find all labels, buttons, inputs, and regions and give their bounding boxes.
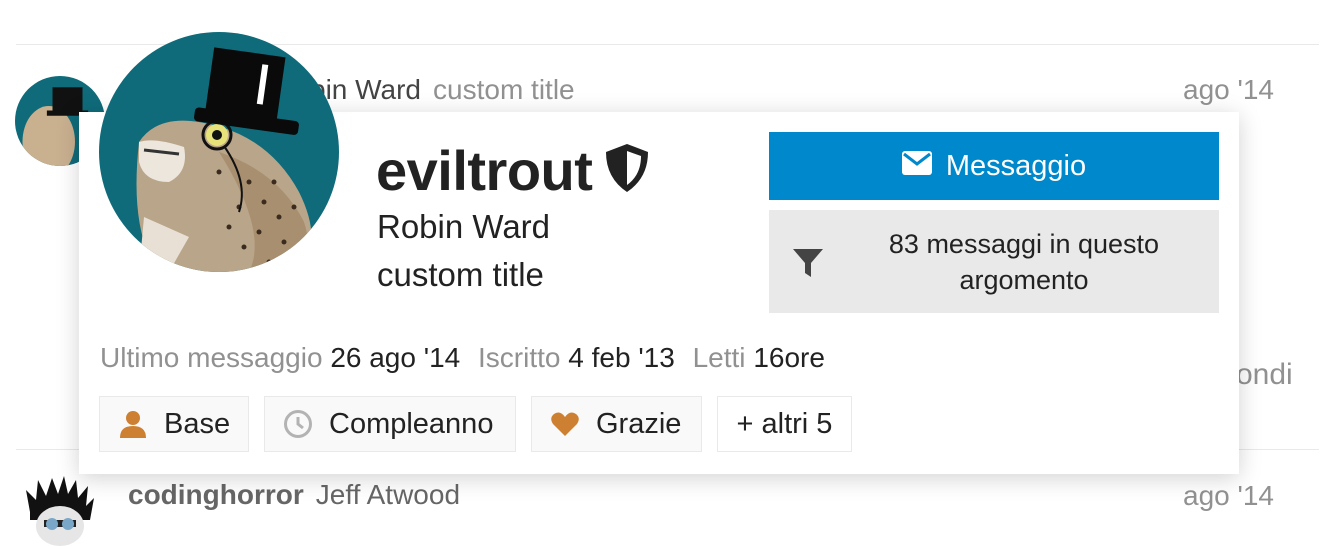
- clock-icon: [283, 409, 313, 439]
- shield-icon: [602, 142, 652, 194]
- message-button-label: Messaggio: [945, 149, 1087, 182]
- user-card-username[interactable]: eviltrout: [376, 138, 652, 203]
- badge-birthday[interactable]: Compleanno: [264, 396, 516, 452]
- badge-label: Base: [164, 407, 231, 440]
- more-badges-button[interactable]: + altri 5: [717, 396, 852, 452]
- user-card-name: Robin Ward: [377, 208, 551, 245]
- user-icon: [118, 409, 148, 439]
- next-post-author[interactable]: codinghorror Jeff Atwood: [128, 479, 460, 511]
- read-time-label: Letti: [692, 342, 746, 373]
- badge-label: Grazie: [596, 407, 682, 440]
- badge-base[interactable]: Base: [99, 396, 249, 452]
- last-post-label: Ultimo messaggio: [100, 342, 323, 373]
- next-post-date[interactable]: ago '14: [1183, 480, 1274, 512]
- post-date[interactable]: ago '14: [1183, 74, 1274, 106]
- badge-thanks[interactable]: Grazie: [531, 396, 702, 452]
- read-time-value: 16ore: [753, 342, 825, 373]
- post-user-title: custom title: [433, 74, 575, 105]
- more-badges-label: + altri 5: [736, 407, 833, 440]
- user-card-avatar[interactable]: [99, 32, 339, 272]
- next-post-avatar[interactable]: [22, 476, 98, 546]
- envelope-icon: [901, 150, 932, 183]
- heart-icon: [550, 409, 580, 439]
- filter-posts-button[interactable]: 83 messaggi in questo argomento: [769, 210, 1219, 313]
- user-card-title: custom title: [377, 256, 544, 293]
- last-post-value[interactable]: 26 ago '14: [330, 342, 460, 373]
- joined-value: 4 feb '13: [568, 342, 675, 373]
- post-author[interactable]: bin Ward custom title: [310, 74, 575, 106]
- joined-label: Iscritto: [478, 342, 561, 373]
- badge-label: Compleanno: [329, 407, 494, 440]
- filter-posts-label: 83 messaggi in questo argomento: [888, 229, 1160, 295]
- user-stats: Ultimo messaggio 26 ago '14 Iscritto 4 f…: [100, 342, 835, 374]
- message-button[interactable]: Messaggio: [769, 132, 1219, 200]
- next-post-username[interactable]: codinghorror: [128, 479, 304, 510]
- post-text-fragment: ondi: [1236, 358, 1293, 391]
- filter-icon: [791, 246, 825, 280]
- next-post-fullname: Jeff Atwood: [315, 479, 461, 510]
